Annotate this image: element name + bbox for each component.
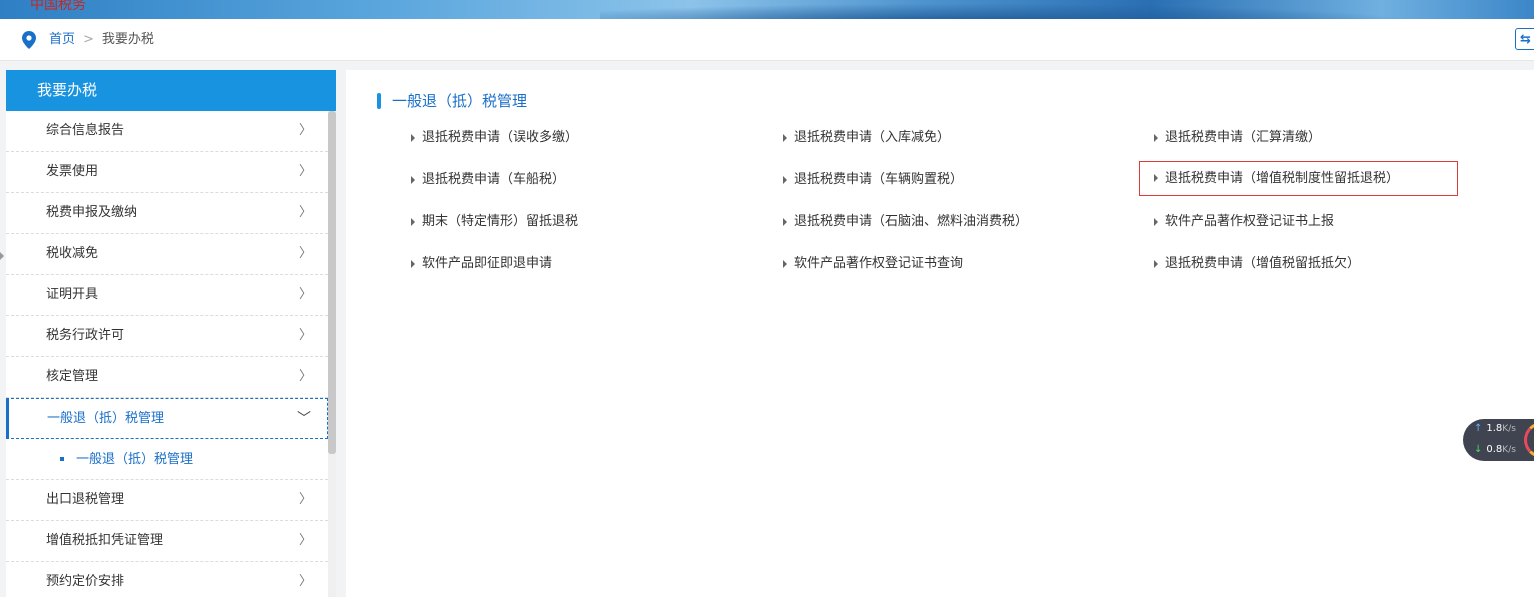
caret-right-icon	[783, 176, 787, 184]
sidebar-item-invoice[interactable]: 发票使用〉	[6, 152, 328, 193]
sidebar-item-certificate[interactable]: 证明开具〉	[6, 275, 328, 316]
chevron-right-icon: 〉	[298, 574, 312, 589]
caret-right-icon	[411, 218, 415, 226]
caret-right-icon	[783, 218, 787, 226]
sidebar-item-pricing-arrangement[interactable]: 预约定价安排〉	[6, 562, 328, 597]
breadcrumb-home-link[interactable]: 首页	[49, 32, 75, 47]
chevron-right-icon: 〉	[298, 205, 312, 220]
caret-right-icon	[783, 260, 787, 268]
back-arrow-icon: ⇆	[1520, 32, 1531, 47]
gauge-ring-icon	[1524, 422, 1534, 458]
download-speed: ↓ 0.8K/s	[1474, 444, 1516, 455]
network-speed-widget[interactable]: ↑ 1.8K/s ↓ 0.8K/s	[1463, 419, 1534, 461]
caret-right-icon	[1154, 260, 1158, 268]
chevron-right-icon: 〉	[298, 492, 312, 507]
link-software-copyright-upload[interactable]: 软件产品著作权登记证书上报	[1154, 212, 1334, 232]
breadcrumb-current: 我要办税	[101, 32, 154, 47]
caret-right-icon	[411, 134, 415, 142]
link-refund-exemption[interactable]: 退抵税费申请（入库减免）	[783, 128, 950, 148]
sidebar-item-admin-license[interactable]: 税务行政许可〉	[6, 316, 328, 357]
chevron-right-icon: 〉	[298, 164, 312, 179]
upload-speed: ↑ 1.8K/s	[1474, 423, 1516, 434]
link-period-end-credit-refund[interactable]: 期末（特定情形）留抵退税	[411, 212, 578, 232]
link-refund-vehicle-vessel-tax[interactable]: 退抵税费申请（车船税）	[411, 170, 565, 190]
top-banner: 中国税务	[0, 0, 1534, 19]
breadcrumb: 首页 > 我要办税	[49, 32, 154, 48]
breadcrumb-separator: >	[83, 32, 94, 47]
chevron-right-icon: 〉	[298, 533, 312, 548]
caret-right-icon	[411, 260, 415, 268]
link-refund-settlement[interactable]: 退抵税费申请（汇算清缴）	[1154, 128, 1321, 148]
sidebar: 我要办税 综合信息报告〉 发票使用〉 税费申报及缴纳〉 税收减免〉 证明开具〉 …	[6, 70, 336, 597]
site-logo: 中国税务	[30, 0, 86, 13]
sidebar-item-vat-deduction[interactable]: 增值税抵扣凭证管理〉	[6, 521, 328, 562]
caret-right-icon	[783, 134, 787, 142]
chevron-right-icon: 〉	[298, 328, 312, 343]
chevron-down-icon: ﹀	[297, 411, 311, 427]
link-refund-overpaid[interactable]: 退抵税费申请（误收多缴）	[411, 128, 578, 148]
sidebar-item-info-report[interactable]: 综合信息报告〉	[6, 111, 328, 152]
sidebar-item-declaration[interactable]: 税费申报及缴纳〉	[6, 193, 328, 234]
title-accent-bar	[377, 93, 381, 109]
chevron-right-icon: 〉	[298, 287, 312, 302]
banner-mountains	[600, 0, 1500, 19]
link-refund-vat-offset-arrears[interactable]: 退抵税费申请（增值税留抵抵欠）	[1154, 254, 1360, 274]
caret-right-icon	[1154, 134, 1158, 142]
arrow-down-icon: ↓	[1474, 444, 1483, 455]
caret-right-icon	[411, 176, 415, 184]
caret-right-icon	[1154, 218, 1158, 226]
sidebar-item-refund-management[interactable]: 一般退（抵）税管理 ﹀	[6, 398, 328, 439]
bullet-icon	[60, 457, 64, 461]
sidebar-menu: 综合信息报告〉 发票使用〉 税费申报及缴纳〉 税收减免〉 证明开具〉 税务行政许…	[6, 111, 336, 597]
sidebar-item-assessment[interactable]: 核定管理〉	[6, 357, 328, 398]
sidebar-item-export-refund[interactable]: 出口退税管理〉	[6, 480, 328, 521]
arrow-up-icon: ↑	[1474, 423, 1483, 434]
link-refund-vat-credit[interactable]: 退抵税费申请（增值税制度性留抵退税）	[1139, 161, 1458, 196]
scrollbar-thumb[interactable]	[328, 111, 336, 454]
chevron-right-icon: 〉	[298, 246, 312, 261]
location-pin-icon	[22, 31, 36, 49]
sidebar-item-tax-relief[interactable]: 税收减免〉	[6, 234, 328, 275]
breadcrumb-bar: 首页 > 我要办税 ⇆	[0, 19, 1534, 61]
main-content: 一般退（抵）税管理 退抵税费申请（误收多缴） 退抵税费申请（入库减免） 退抵税费…	[346, 70, 1534, 597]
link-software-copyright-query[interactable]: 软件产品著作权登记证书查询	[783, 254, 963, 274]
link-refund-fuel-consumption-tax[interactable]: 退抵税费申请（石脑油、燃料油消费税）	[783, 212, 1028, 232]
chevron-right-icon: 〉	[298, 369, 312, 384]
caret-right-icon	[1154, 174, 1158, 182]
link-refund-vehicle-purchase-tax[interactable]: 退抵税费申请（车辆购置税）	[783, 170, 963, 190]
sidebar-title: 我要办税	[6, 70, 336, 111]
link-software-instant-refund[interactable]: 软件产品即征即退申请	[411, 254, 552, 274]
back-button[interactable]: ⇆	[1515, 28, 1534, 50]
chevron-right-icon: 〉	[298, 123, 312, 138]
sidebar-subitem-refund-management[interactable]: 一般退（抵）税管理	[6, 439, 328, 480]
sidebar-scrollbar[interactable]	[328, 111, 336, 597]
collapse-sidebar-icon[interactable]	[0, 252, 4, 260]
